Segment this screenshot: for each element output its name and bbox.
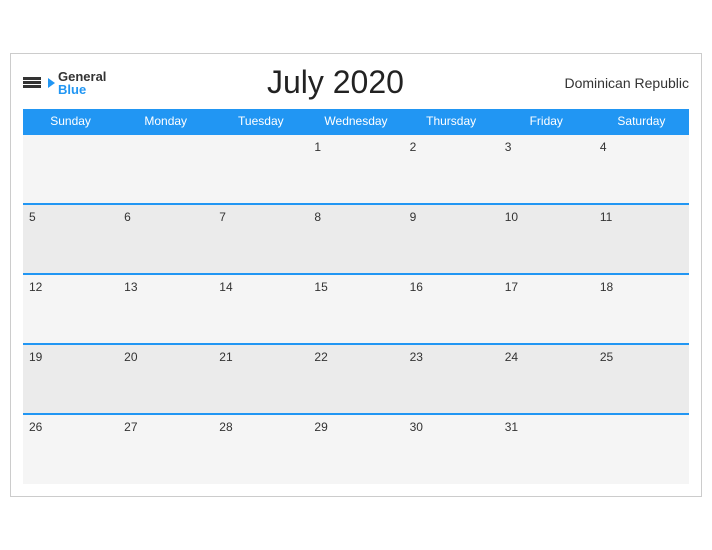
day-number: 3 xyxy=(505,140,512,154)
day-cell-28: 28 xyxy=(213,414,308,484)
weekday-header-sunday: Sunday xyxy=(23,109,118,134)
weekday-header-row: SundayMondayTuesdayWednesdayThursdayFrid… xyxy=(23,109,689,134)
day-number: 29 xyxy=(314,420,327,434)
day-number: 13 xyxy=(124,280,137,294)
weekday-header-thursday: Thursday xyxy=(404,109,499,134)
day-cell-24: 24 xyxy=(499,344,594,414)
calendar-table: SundayMondayTuesdayWednesdayThursdayFrid… xyxy=(23,109,689,484)
day-number: 7 xyxy=(219,210,226,224)
day-number: 24 xyxy=(505,350,518,364)
logo-lines xyxy=(23,77,41,88)
day-cell-20: 20 xyxy=(118,344,213,414)
day-number: 15 xyxy=(314,280,327,294)
calendar-header: General Blue July 2020 Dominican Republi… xyxy=(23,64,689,101)
day-number: 16 xyxy=(410,280,423,294)
day-cell-5: 5 xyxy=(23,204,118,274)
day-cell-3: 3 xyxy=(499,134,594,204)
empty-cell xyxy=(213,134,308,204)
logo-blue-text: Blue xyxy=(58,83,106,96)
weekday-header-friday: Friday xyxy=(499,109,594,134)
empty-cell xyxy=(23,134,118,204)
day-number: 19 xyxy=(29,350,42,364)
day-number: 27 xyxy=(124,420,137,434)
day-cell-15: 15 xyxy=(308,274,403,344)
day-cell-8: 8 xyxy=(308,204,403,274)
day-cell-17: 17 xyxy=(499,274,594,344)
day-cell-29: 29 xyxy=(308,414,403,484)
calendar-title: July 2020 xyxy=(106,64,564,101)
day-cell-1: 1 xyxy=(308,134,403,204)
day-cell-6: 6 xyxy=(118,204,213,274)
day-number: 6 xyxy=(124,210,131,224)
day-cell-7: 7 xyxy=(213,204,308,274)
week-row-2: 5 6 7 8 9 10 11 xyxy=(23,204,689,274)
day-number: 18 xyxy=(600,280,613,294)
day-cell-9: 9 xyxy=(404,204,499,274)
logo-general-text: General xyxy=(58,70,106,83)
day-cell-21: 21 xyxy=(213,344,308,414)
day-number: 23 xyxy=(410,350,423,364)
day-number: 1 xyxy=(314,140,321,154)
logo-text: General Blue xyxy=(58,70,106,96)
day-cell-10: 10 xyxy=(499,204,594,274)
empty-cell xyxy=(594,414,689,484)
day-number: 5 xyxy=(29,210,36,224)
day-cell-13: 13 xyxy=(118,274,213,344)
day-cell-16: 16 xyxy=(404,274,499,344)
day-number: 20 xyxy=(124,350,137,364)
day-number: 4 xyxy=(600,140,607,154)
weekday-header-monday: Monday xyxy=(118,109,213,134)
week-row-4: 19 20 21 22 23 24 25 xyxy=(23,344,689,414)
day-cell-26: 26 xyxy=(23,414,118,484)
day-cell-14: 14 xyxy=(213,274,308,344)
day-cell-27: 27 xyxy=(118,414,213,484)
day-number: 22 xyxy=(314,350,327,364)
calendar: General Blue July 2020 Dominican Republi… xyxy=(10,53,702,497)
day-number: 21 xyxy=(219,350,232,364)
logo-triangle-icon xyxy=(48,78,55,88)
week-row-5: 26 27 28 29 30 31 xyxy=(23,414,689,484)
calendar-country: Dominican Republic xyxy=(564,75,689,91)
day-cell-18: 18 xyxy=(594,274,689,344)
weekday-header-saturday: Saturday xyxy=(594,109,689,134)
day-cell-22: 22 xyxy=(308,344,403,414)
weekday-header-wednesday: Wednesday xyxy=(308,109,403,134)
day-cell-2: 2 xyxy=(404,134,499,204)
day-number: 26 xyxy=(29,420,42,434)
day-cell-11: 11 xyxy=(594,204,689,274)
day-number: 2 xyxy=(410,140,417,154)
day-number: 12 xyxy=(29,280,42,294)
day-number: 25 xyxy=(600,350,613,364)
day-number: 17 xyxy=(505,280,518,294)
logo: General Blue xyxy=(23,70,106,96)
week-row-3: 12 13 14 15 16 17 18 xyxy=(23,274,689,344)
day-cell-19: 19 xyxy=(23,344,118,414)
day-cell-30: 30 xyxy=(404,414,499,484)
day-number: 10 xyxy=(505,210,518,224)
empty-cell xyxy=(118,134,213,204)
week-row-1: 1 2 3 4 xyxy=(23,134,689,204)
day-number: 30 xyxy=(410,420,423,434)
day-number: 9 xyxy=(410,210,417,224)
day-cell-23: 23 xyxy=(404,344,499,414)
day-cell-12: 12 xyxy=(23,274,118,344)
day-number: 11 xyxy=(600,210,612,224)
day-cell-25: 25 xyxy=(594,344,689,414)
day-number: 8 xyxy=(314,210,321,224)
day-cell-4: 4 xyxy=(594,134,689,204)
day-number: 31 xyxy=(505,420,518,434)
day-cell-31: 31 xyxy=(499,414,594,484)
day-number: 14 xyxy=(219,280,232,294)
weekday-header-tuesday: Tuesday xyxy=(213,109,308,134)
day-number: 28 xyxy=(219,420,232,434)
